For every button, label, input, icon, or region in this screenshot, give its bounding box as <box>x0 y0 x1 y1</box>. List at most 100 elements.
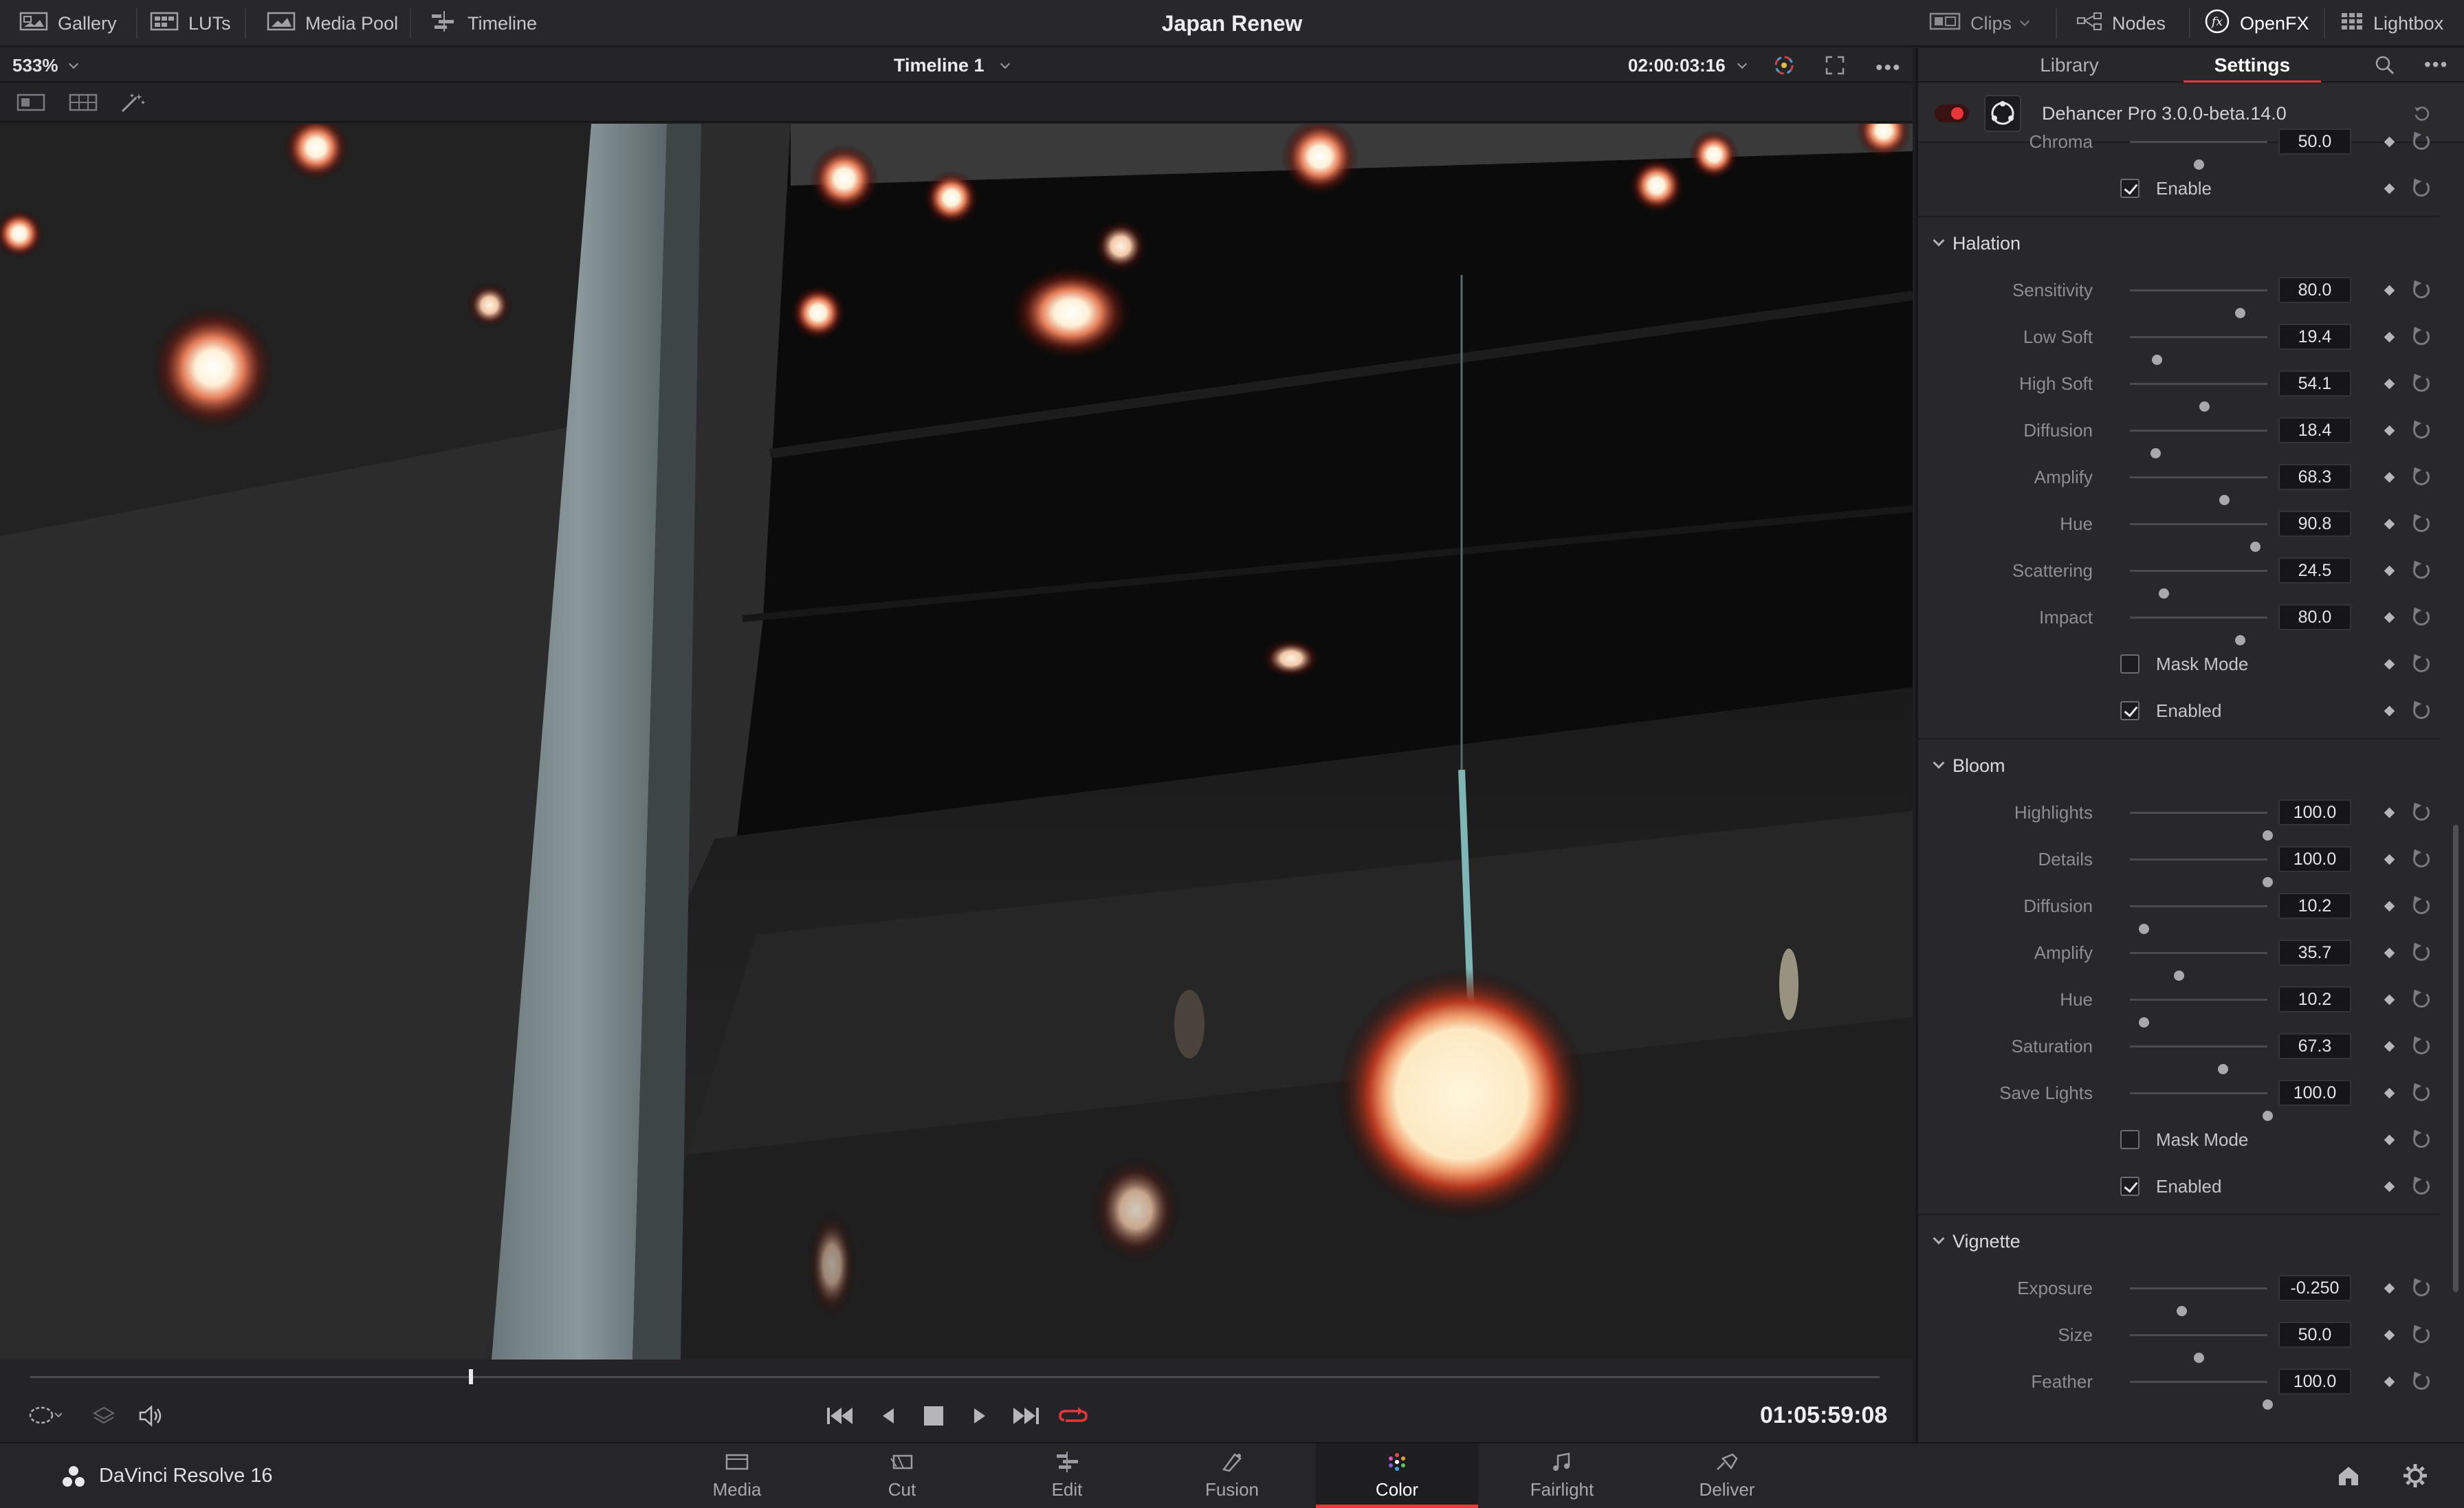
checkbox[interactable] <box>2120 179 2140 198</box>
grid-viewer-icon[interactable] <box>69 92 98 113</box>
keyframe-diamond-icon[interactable] <box>2384 472 2395 483</box>
keyframe-diamond-icon[interactable] <box>2384 1134 2395 1146</box>
timeline-button[interactable]: Timeline <box>430 0 537 47</box>
reset-icon[interactable] <box>2413 656 2430 672</box>
skip-to-start-icon[interactable] <box>825 1404 855 1428</box>
section-header-vignette[interactable]: Vignette <box>1918 1214 2441 1266</box>
param-slider[interactable] <box>2130 476 2267 505</box>
param-slider[interactable] <box>2130 1334 2267 1363</box>
source-timecode-select[interactable]: 02:00:03:16 <box>1628 48 1747 82</box>
param-slider[interactable] <box>2130 999 2267 1028</box>
param-value-field[interactable]: 100.0 <box>2278 1368 2351 1395</box>
keyframe-diamond-icon[interactable] <box>2384 947 2395 959</box>
reset-icon[interactable] <box>2413 702 2430 719</box>
keyframe-diamond-icon[interactable] <box>2384 1181 2395 1193</box>
param-value-field[interactable]: 19.4 <box>2278 324 2351 350</box>
keyframe-diamond-icon[interactable] <box>2384 854 2395 865</box>
param-slider[interactable] <box>2130 570 2267 599</box>
reset-icon[interactable] <box>2413 282 2430 298</box>
param-value-field[interactable]: 50.0 <box>2278 129 2351 155</box>
gallery-button[interactable]: Gallery <box>19 0 117 47</box>
reset-icon[interactable] <box>2413 180 2430 197</box>
page-tab-deliver[interactable]: Deliver <box>1646 1443 1808 1508</box>
reset-icon[interactable] <box>2413 804 2430 821</box>
param-slider[interactable] <box>2130 383 2267 412</box>
param-slider[interactable] <box>2130 1045 2267 1074</box>
layers-icon[interactable] <box>92 1405 116 1427</box>
reset-icon[interactable] <box>2413 1085 2430 1101</box>
keyframe-diamond-icon[interactable] <box>2384 1329 2395 1341</box>
reset-icon[interactable] <box>2413 133 2430 150</box>
param-slider[interactable] <box>2130 336 2267 365</box>
keyframe-diamond-icon[interactable] <box>2384 705 2395 717</box>
section-header-halation[interactable]: Halation <box>1918 216 2441 268</box>
param-value-field[interactable]: 10.2 <box>2278 893 2351 919</box>
openfx-button[interactable]: fx OpenFX <box>2204 0 2309 47</box>
param-slider[interactable] <box>2130 1381 2273 1410</box>
param-value-field[interactable]: 100.0 <box>2278 1080 2351 1106</box>
reset-icon[interactable] <box>2413 1327 2430 1343</box>
keyframe-diamond-icon[interactable] <box>2384 994 2395 1006</box>
lightbox-button[interactable]: Lightbox <box>2340 0 2443 47</box>
param-slider[interactable] <box>2130 289 2267 318</box>
keyframe-diamond-icon[interactable] <box>2384 518 2395 530</box>
param-value-field[interactable]: 50.0 <box>2278 1322 2351 1348</box>
playhead-marker[interactable] <box>468 1369 473 1384</box>
single-viewer-icon[interactable] <box>16 92 45 113</box>
param-slider[interactable] <box>2130 617 2267 645</box>
color-wheel-icon[interactable] <box>1772 54 1796 77</box>
param-value-field[interactable]: 10.2 <box>2278 986 2351 1012</box>
home-icon[interactable] <box>2336 1464 2361 1487</box>
search-icon[interactable] <box>2375 55 2395 76</box>
param-value-field[interactable]: 80.0 <box>2278 277 2351 303</box>
param-slider[interactable] <box>2130 858 2273 887</box>
keyframe-diamond-icon[interactable] <box>2384 612 2395 623</box>
param-slider[interactable] <box>2130 430 2267 458</box>
page-tab-edit[interactable]: Edit <box>986 1443 1148 1508</box>
param-value-field[interactable]: 100.0 <box>2278 846 2351 872</box>
keyframe-diamond-icon[interactable] <box>2384 378 2395 390</box>
play-reverse-icon[interactable] <box>877 1404 898 1428</box>
page-tab-fusion[interactable]: Fusion <box>1151 1443 1313 1508</box>
keyframe-diamond-icon[interactable] <box>2384 1283 2395 1294</box>
slider-handle[interactable] <box>2263 1399 2273 1410</box>
keyframe-diamond-icon[interactable] <box>2384 807 2395 819</box>
param-value-field[interactable]: 24.5 <box>2278 557 2351 584</box>
keyframe-diamond-icon[interactable] <box>2384 900 2395 912</box>
luts-button[interactable]: LUTs <box>150 0 231 47</box>
param-slider[interactable] <box>2130 812 2273 841</box>
param-value-field[interactable]: 18.4 <box>2278 417 2351 443</box>
keyframe-diamond-icon[interactable] <box>2384 1376 2395 1388</box>
nodes-button[interactable]: Nodes <box>2076 0 2166 47</box>
reset-icon[interactable] <box>2413 469 2430 485</box>
page-tab-media[interactable]: Media <box>656 1443 818 1508</box>
clips-button[interactable]: Clips <box>1929 0 2030 47</box>
param-value-field[interactable]: 67.3 <box>2278 1033 2351 1059</box>
reset-icon[interactable] <box>2413 1038 2430 1054</box>
keyframe-diamond-icon[interactable] <box>2384 331 2395 343</box>
keyframe-diamond-icon[interactable] <box>2384 1087 2395 1099</box>
param-slider[interactable] <box>2130 523 2267 552</box>
settings-gear-icon[interactable] <box>2402 1463 2428 1489</box>
param-value-field[interactable]: 68.3 <box>2278 464 2351 490</box>
reset-icon[interactable] <box>2413 1373 2430 1390</box>
panel-more-options-icon[interactable]: ••• <box>2424 54 2448 76</box>
tab-settings[interactable]: Settings <box>2184 48 2321 82</box>
play-icon[interactable] <box>969 1404 990 1428</box>
checkbox[interactable] <box>2120 654 2140 674</box>
keyframe-diamond-icon[interactable] <box>2384 425 2395 436</box>
keyframe-diamond-icon[interactable] <box>2384 285 2395 296</box>
reset-icon[interactable] <box>2413 515 2430 532</box>
reset-icon[interactable] <box>2413 329 2430 345</box>
checkbox[interactable] <box>2120 701 2140 720</box>
reset-icon[interactable] <box>2413 1131 2430 1148</box>
reset-icon[interactable] <box>2413 1178 2430 1195</box>
reset-icon[interactable] <box>2413 609 2430 625</box>
checkbox[interactable] <box>2120 1177 2140 1196</box>
magic-wand-icon[interactable] <box>118 92 147 114</box>
param-value-field[interactable]: -0.250 <box>2278 1275 2351 1301</box>
param-value-field[interactable]: 80.0 <box>2278 604 2351 630</box>
section-header-bloom[interactable]: Bloom <box>1918 738 2441 790</box>
checkbox[interactable] <box>2120 1130 2140 1149</box>
viewer-mode-select[interactable] <box>28 1402 63 1428</box>
